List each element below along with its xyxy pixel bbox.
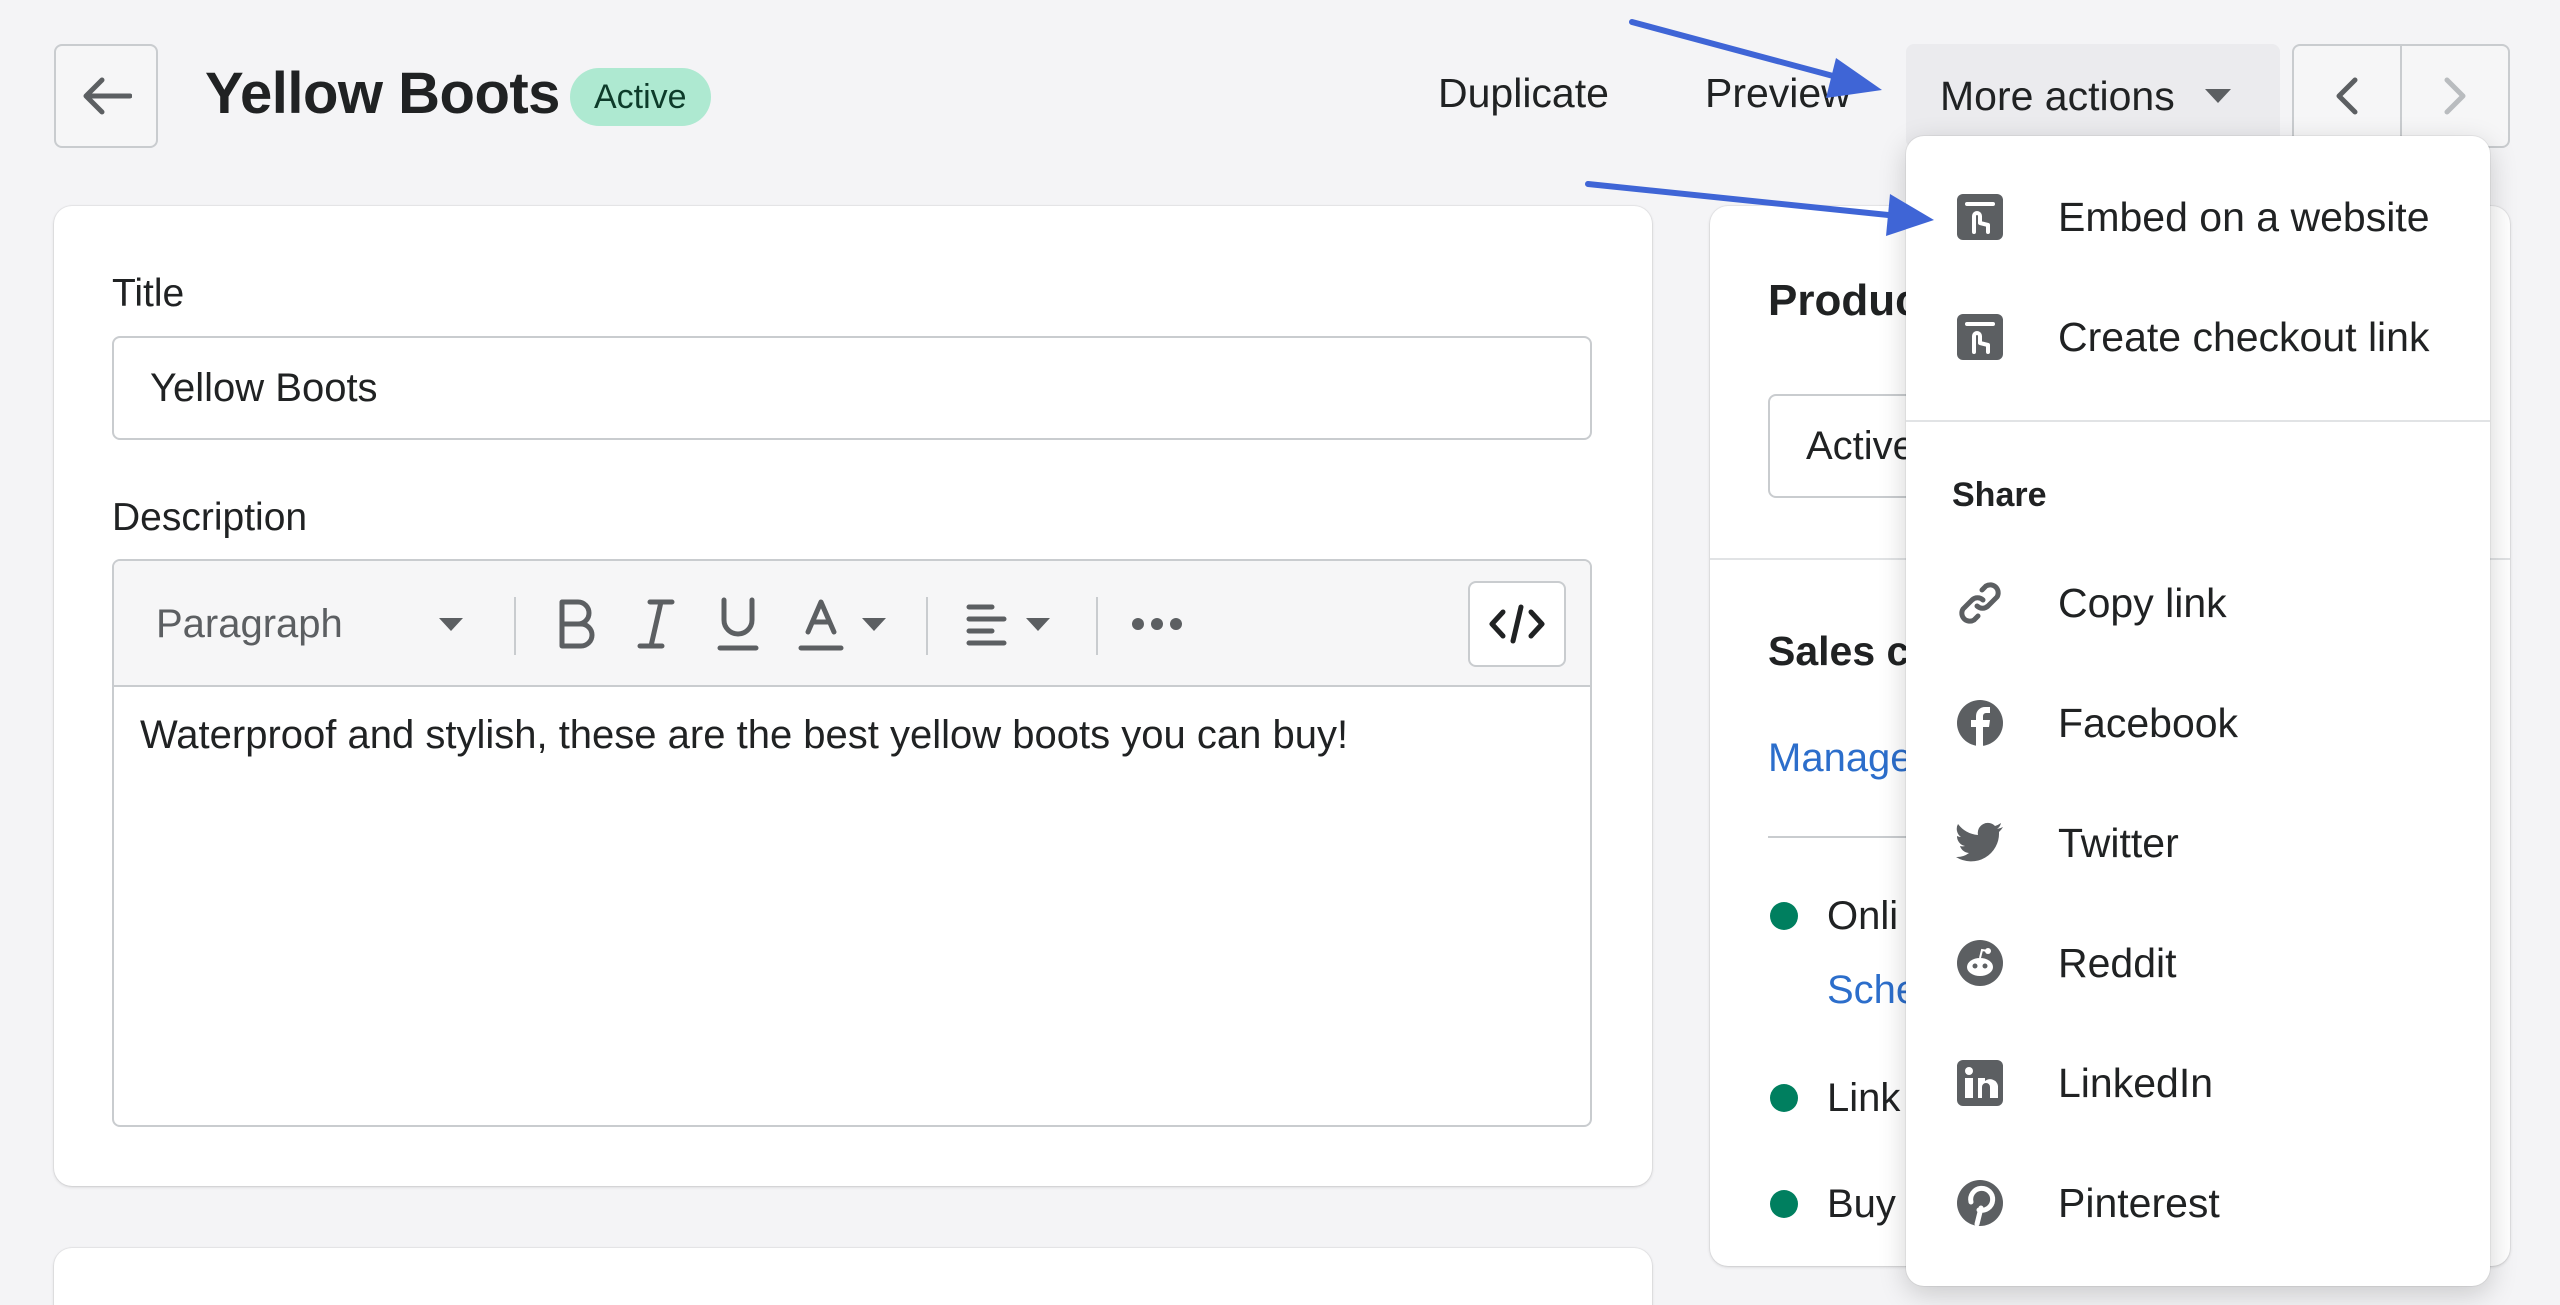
menu-item-label: Embed on a website xyxy=(2058,193,2430,240)
twitter-icon xyxy=(1952,815,2008,871)
title-input[interactable]: Yellow Boots xyxy=(112,336,1592,440)
embed-icon xyxy=(1952,189,2008,245)
toolbar-divider xyxy=(1096,597,1098,655)
chevron-right-icon xyxy=(2444,77,2466,115)
menu-divider xyxy=(1906,420,2490,422)
code-icon xyxy=(1489,604,1545,644)
reddit-icon xyxy=(1952,935,2008,991)
underline-button[interactable] xyxy=(716,589,760,659)
paragraph-select[interactable]: Paragraph xyxy=(156,589,463,659)
channel-label: Link xyxy=(1827,1076,1901,1120)
pagination xyxy=(2292,44,2510,148)
paragraph-select-value: Paragraph xyxy=(156,601,343,646)
title-input-value: Yellow Boots xyxy=(150,365,378,410)
sales-channels-title: Sales c xyxy=(1768,628,1910,674)
bold-button[interactable] xyxy=(554,589,598,659)
schedule-availability-link[interactable]: Sche xyxy=(1827,968,1918,1013)
menu-item-facebook[interactable]: Facebook xyxy=(1906,668,2490,778)
menu-item-linkedin[interactable]: LinkedIn xyxy=(1906,1028,2490,1138)
description-text[interactable]: Waterproof and stylish, these are the be… xyxy=(140,713,1348,758)
menu-item-embed[interactable]: Embed on a website xyxy=(1906,162,2490,272)
title-label: Title xyxy=(112,272,185,315)
more-actions-label: More actions xyxy=(1940,72,2175,119)
caret-down-icon xyxy=(1026,617,1050,631)
menu-item-pinterest[interactable]: Pinterest xyxy=(1906,1148,2490,1258)
more-actions-menu: Embed on a website Create checkout link … xyxy=(1906,136,2490,1286)
link-icon xyxy=(1952,575,2008,631)
manage-channels-link[interactable]: Manage xyxy=(1768,736,1913,781)
menu-item-copy-link[interactable]: Copy link xyxy=(1906,548,2490,658)
channel-label: Buy xyxy=(1827,1182,1896,1226)
toolbar-divider xyxy=(926,597,928,655)
menu-item-label: Facebook xyxy=(2058,699,2239,746)
toolbar-divider xyxy=(514,597,516,655)
preview-button[interactable]: Preview xyxy=(1705,70,1851,117)
status-select-value: Active xyxy=(1806,423,1915,468)
back-button[interactable] xyxy=(54,44,158,148)
menu-item-label: Twitter xyxy=(2058,819,2179,866)
html-source-button[interactable] xyxy=(1468,581,1566,667)
next-product-button[interactable] xyxy=(2400,46,2508,146)
editor-toolbar: Paragraph xyxy=(114,561,1590,687)
caret-down-icon xyxy=(862,617,886,631)
checkout-link-icon xyxy=(1952,309,2008,365)
caret-down-icon xyxy=(2204,89,2231,103)
menu-item-create-checkout-link[interactable]: Create checkout link xyxy=(1906,282,2490,392)
align-left-icon xyxy=(966,604,1007,646)
menu-item-label: Copy link xyxy=(2058,579,2227,626)
text-color-icon xyxy=(798,599,844,651)
menu-item-label: Pinterest xyxy=(2058,1179,2220,1226)
bold-icon xyxy=(559,599,595,649)
italic-icon xyxy=(637,599,675,649)
linkedin-icon xyxy=(1952,1055,2008,1111)
menu-item-reddit[interactable]: Reddit xyxy=(1906,908,2490,1018)
description-editor: Paragraph Waterproof and stylish, these … xyxy=(112,559,1592,1127)
menu-item-label: Create checkout link xyxy=(2058,313,2430,360)
chevron-left-icon xyxy=(2336,77,2358,115)
duplicate-button[interactable]: Duplicate xyxy=(1438,70,1609,117)
menu-item-label: Reddit xyxy=(2058,939,2177,986)
more-horizontal-icon xyxy=(1132,618,1182,630)
status-badge: Active xyxy=(570,68,711,126)
channel-status-dot xyxy=(1770,1084,1798,1112)
facebook-icon xyxy=(1952,695,2008,751)
product-status-title: Produc xyxy=(1768,276,1920,325)
page-title: Yellow Boots xyxy=(205,61,560,126)
previous-product-button[interactable] xyxy=(2294,46,2400,146)
menu-item-label: LinkedIn xyxy=(2058,1059,2214,1106)
share-section-heading: Share xyxy=(1952,476,2047,514)
description-label: Description xyxy=(112,496,308,539)
channel-status-dot xyxy=(1770,902,1798,930)
text-color-button[interactable] xyxy=(798,589,886,659)
arrow-left-icon xyxy=(83,77,132,115)
align-button[interactable] xyxy=(966,589,1050,659)
channel-label: Onli xyxy=(1827,894,1899,938)
caret-down-icon xyxy=(438,617,463,631)
more-formatting-button[interactable] xyxy=(1130,589,1184,659)
underline-icon xyxy=(717,597,759,651)
pinterest-icon xyxy=(1952,1175,2008,1231)
more-actions-button[interactable]: More actions xyxy=(1906,44,2280,148)
italic-button[interactable] xyxy=(636,589,676,659)
media-card xyxy=(54,1248,1652,1305)
menu-item-twitter[interactable]: Twitter xyxy=(1906,788,2490,898)
channel-status-dot xyxy=(1770,1190,1798,1218)
